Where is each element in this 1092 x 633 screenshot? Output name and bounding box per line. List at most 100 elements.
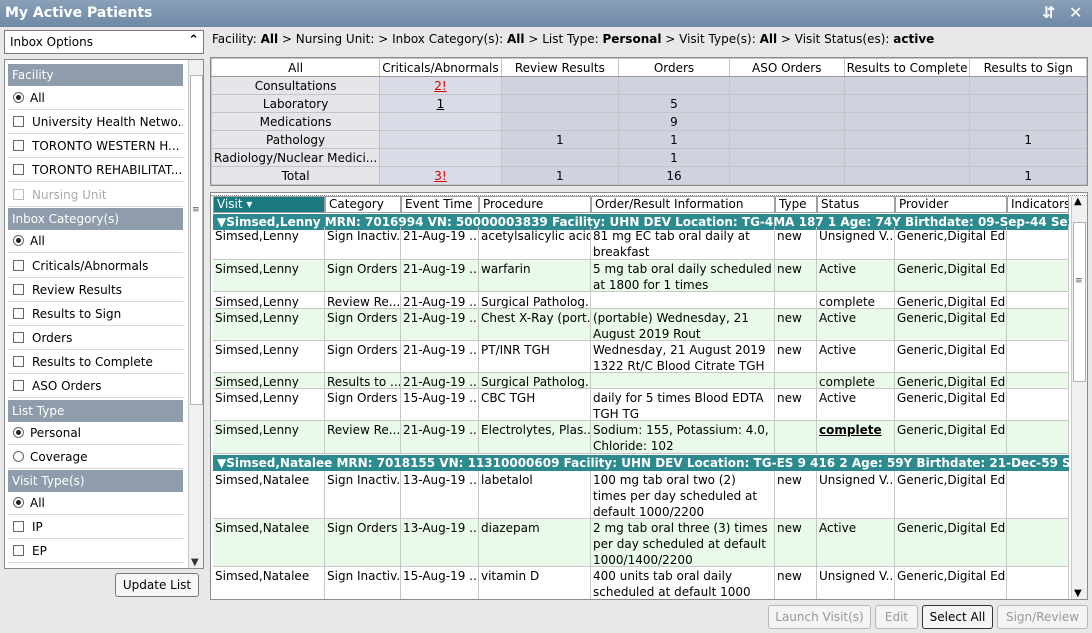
summary-header-results-complete[interactable]: Results to Complete — [843, 58, 971, 77]
summary-cell[interactable] — [969, 94, 1087, 113]
radio-icon[interactable] — [13, 497, 24, 508]
summary-header-results-sign[interactable]: Results to Sign — [969, 58, 1087, 77]
summary-cell[interactable]: 1 — [618, 130, 730, 149]
table-row[interactable]: Simsed,Lenny Sign Orders 15-Aug-19 ... CBC … — [213, 389, 1069, 421]
summary-cell[interactable] — [379, 112, 502, 131]
summary-cell[interactable] — [500, 148, 620, 167]
summary-row-label[interactable]: Consultations — [210, 76, 381, 95]
column-header-order-result-information[interactable]: Order/Result Information — [591, 196, 775, 213]
sort-desc-icon[interactable]: ▾ — [243, 197, 252, 211]
inbox-options-toggle[interactable]: Inbox Options ⌃ — [4, 30, 204, 54]
category-option-orders[interactable]: Orders — [8, 328, 183, 350]
column-header-category[interactable]: Category — [325, 196, 401, 213]
checkbox-icon[interactable] — [13, 260, 24, 271]
summary-cell[interactable]: 16 — [618, 166, 730, 185]
checkbox-icon[interactable] — [13, 380, 24, 391]
expand-arrow-icon[interactable]: ▼ — [217, 456, 226, 470]
visit-type-option-ep[interactable]: EP — [8, 541, 183, 563]
summary-header-orders[interactable]: Orders — [618, 58, 730, 77]
summary-cell[interactable]: 9 — [618, 112, 730, 131]
scroll-down-icon[interactable]: ▼ — [191, 557, 199, 568]
grid-scrollbar[interactable]: ▲ ≡ ▼ — [1071, 196, 1087, 599]
summary-cell[interactable] — [969, 112, 1087, 131]
summary-cell[interactable]: 1 — [500, 166, 620, 185]
summary-row-label[interactable]: Total — [210, 166, 381, 185]
summary-cell[interactable]: 1 — [969, 166, 1087, 185]
checkbox-icon[interactable] — [13, 140, 24, 151]
summary-row-label[interactable]: Medications — [210, 112, 381, 131]
update-list-button[interactable]: Update List — [115, 573, 199, 597]
column-header-procedure[interactable]: Procedure — [479, 196, 591, 213]
summary-cell[interactable] — [843, 166, 971, 185]
table-row[interactable]: Simsed,Lenny Results to ... 21-Aug-19 ... S… — [213, 373, 1069, 389]
table-row[interactable]: Simsed,Natalee Sign Orders 13-Aug-19 ... di… — [213, 519, 1069, 567]
summary-cell[interactable] — [728, 130, 845, 149]
sign-review-button[interactable]: Sign/Review — [997, 605, 1088, 629]
facility-option-uhn[interactable]: University Health Netwo... — [8, 112, 183, 134]
select-all-button[interactable]: Select All — [922, 605, 993, 629]
facility-option-toronto-western[interactable]: TORONTO WESTERN H... — [8, 136, 183, 158]
summary-cell[interactable]: 5 — [618, 94, 730, 113]
column-header-provider[interactable]: Provider — [895, 196, 1007, 213]
scroll-down-icon[interactable]: ▼ — [1074, 588, 1082, 599]
column-header-type[interactable]: Type — [775, 196, 817, 213]
table-row[interactable]: Simsed,Lenny Review Re... 21-Aug-19 ... Sur… — [213, 293, 1069, 309]
summary-cell[interactable]: 1 — [969, 130, 1087, 149]
category-option-results-to-sign[interactable]: Results to Sign — [8, 304, 183, 326]
collapse-chevrons-icon[interactable]: ⌃ — [188, 33, 199, 48]
summary-cell[interactable] — [379, 130, 502, 149]
list-type-option-coverage[interactable]: Coverage — [8, 447, 183, 469]
filter-scrollbar[interactable]: ≡ ▼ — [188, 60, 203, 568]
radio-icon[interactable] — [13, 235, 24, 246]
summary-cell[interactable] — [728, 166, 845, 185]
summary-cell[interactable] — [728, 94, 845, 113]
summary-cell[interactable]: 2! — [379, 76, 502, 95]
summary-row-label[interactable]: Radiology/Nuclear Medici... — [210, 148, 381, 167]
radio-icon[interactable] — [13, 427, 24, 438]
scroll-up-icon[interactable]: ▲ — [1074, 196, 1082, 207]
checkbox-icon[interactable] — [13, 164, 24, 175]
summary-header-review[interactable]: Review Results — [500, 58, 620, 77]
category-option-aso-orders[interactable]: ASO Orders — [8, 376, 183, 398]
category-option-results-to-complete[interactable]: Results to Complete — [8, 352, 183, 374]
summary-row-label[interactable]: Laboratory — [210, 94, 381, 113]
summary-cell[interactable] — [728, 148, 845, 167]
summary-cell[interactable] — [500, 94, 620, 113]
radio-icon[interactable] — [13, 451, 24, 462]
scroll-thumb[interactable] — [1073, 222, 1086, 382]
summary-cell[interactable]: 1 — [618, 148, 730, 167]
facility-option-toronto-rehab[interactable]: TORONTO REHABILITAT... — [8, 160, 183, 182]
summary-row-label[interactable]: Pathology — [210, 130, 381, 149]
summary-cell[interactable] — [500, 112, 620, 131]
column-header-status[interactable]: Status — [817, 196, 895, 213]
summary-cell[interactable] — [728, 76, 845, 95]
facility-option-all[interactable]: All — [8, 88, 183, 110]
summary-header-all[interactable]: All — [210, 58, 381, 77]
summary-cell[interactable] — [728, 112, 845, 131]
category-option-all[interactable]: All — [8, 231, 183, 253]
column-header-indicators[interactable]: Indicators — [1007, 196, 1069, 213]
summary-cell[interactable] — [379, 148, 502, 167]
visit-type-option-all[interactable]: All — [8, 493, 183, 515]
summary-header-aso[interactable]: ASO Orders — [728, 58, 845, 77]
summary-cell[interactable] — [843, 76, 971, 95]
summary-cell[interactable] — [843, 112, 971, 131]
patient-group-header[interactable]: ▼Simsed,Natalee MRN: 7018155 VN: 1131000… — [213, 455, 1069, 471]
scroll-thumb[interactable] — [190, 75, 203, 405]
launch-visits-button[interactable]: Launch Visit(s) — [768, 605, 871, 629]
restore-icon[interactable]: ⇵ — [1042, 3, 1055, 22]
radio-icon[interactable] — [13, 92, 24, 103]
table-row[interactable]: Simsed,Natalee Sign Inactiv... 13-Aug-19 .… — [213, 471, 1069, 519]
summary-cell[interactable] — [618, 76, 730, 95]
checkbox-icon[interactable] — [13, 545, 24, 556]
summary-cell[interactable] — [843, 94, 971, 113]
visit-type-option-ip[interactable]: IP — [8, 517, 183, 539]
summary-cell[interactable] — [843, 148, 971, 167]
summary-header-criticals[interactable]: Criticals/Abnormals — [379, 58, 502, 77]
table-row[interactable]: Simsed,Lenny Sign Orders 21-Aug-19 ... Ches… — [213, 309, 1069, 341]
column-header-event-time[interactable]: Event Time — [401, 196, 479, 213]
table-row[interactable]: Simsed,Natalee Sign Inactiv... 15-Aug-19 .… — [213, 567, 1069, 599]
checkbox-icon[interactable] — [13, 308, 24, 319]
summary-cell[interactable] — [969, 148, 1087, 167]
checkbox-icon[interactable] — [13, 356, 24, 367]
